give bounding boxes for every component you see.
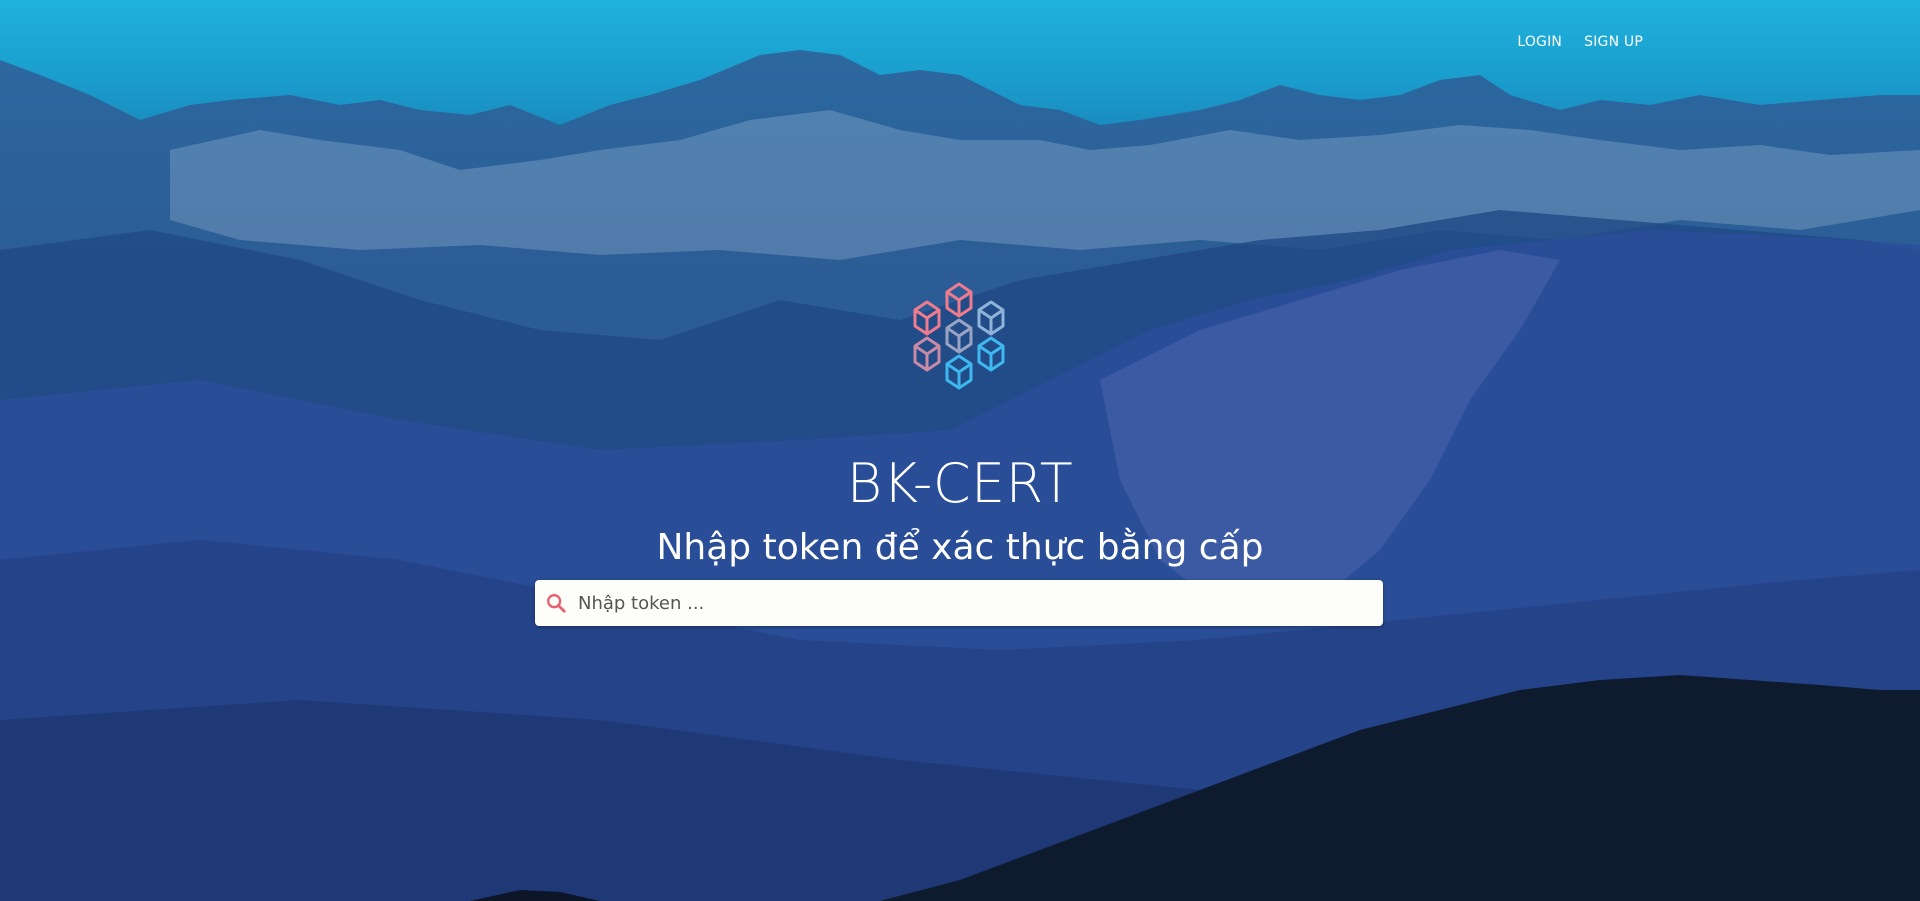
token-search-bar [535, 580, 1383, 626]
top-nav: LOGIN SIGN UP [1517, 34, 1643, 50]
search-icon [547, 594, 566, 613]
token-input[interactable] [576, 580, 1383, 626]
signup-link[interactable]: SIGN UP [1584, 34, 1643, 50]
brand-title: BK-CERT [846, 452, 1074, 515]
page-subtitle: Nhập token để xác thực bằng cấp [656, 527, 1264, 568]
login-link[interactable]: LOGIN [1517, 34, 1562, 50]
blockchain-cubes-logo [913, 282, 1005, 390]
